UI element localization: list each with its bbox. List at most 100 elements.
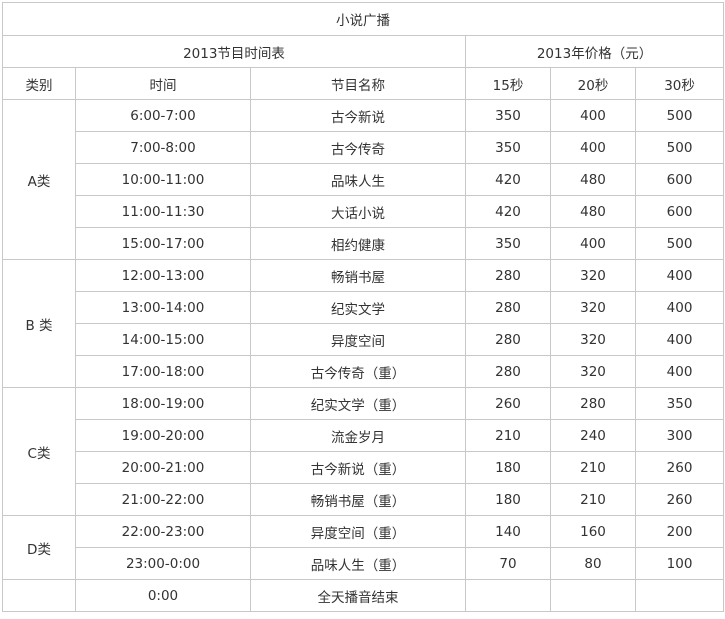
- price-30s-cell: 500: [634, 227, 725, 260]
- program-name-cell: 异度空间（重）: [250, 515, 466, 548]
- price-20s-cell: 400: [550, 227, 636, 260]
- table-row: 10:00-11:00 品味人生 420 480 600: [3, 163, 725, 196]
- program-name-cell: 全天播音结束: [250, 579, 466, 612]
- end-row: 0:00 全天播音结束: [2, 579, 725, 612]
- program-name-cell: 古今新说（重）: [250, 451, 466, 484]
- category-cell: [2, 579, 76, 612]
- price-15s-cell: 260: [465, 387, 551, 420]
- price-20s-cell: 320: [550, 355, 636, 388]
- program-name-cell: 异度空间: [250, 323, 466, 356]
- price-15s-cell: 280: [465, 291, 551, 324]
- table-row: 21:00-22:00 畅销书屋（重） 180 210 260: [3, 483, 725, 516]
- time-cell: 15:00-17:00: [75, 227, 251, 260]
- time-cell: 20:00-21:00: [75, 451, 251, 484]
- column-header-time: 时间: [75, 67, 251, 100]
- price-30s-cell: 600: [634, 195, 725, 228]
- price-20s-cell: [550, 579, 636, 612]
- table-row: C类 18:00-19:00 纪实文学（重） 260 280 350: [2, 387, 725, 516]
- program-name-cell: 古今新说: [250, 99, 466, 132]
- price-30s-cell: 400: [634, 355, 725, 388]
- price-15s-cell: 70: [465, 547, 551, 580]
- section-header-row: 2013节目时间表 2013年价格（元）: [2, 35, 725, 68]
- price-15s-cell: 350: [465, 227, 551, 260]
- price-20s-cell: 400: [550, 99, 636, 132]
- column-header-15s: 15秒: [465, 67, 551, 100]
- table-row: A类 6:00-7:00 古今新说 350 400 500: [2, 99, 725, 260]
- table-title: 小说广播: [1, 2, 725, 36]
- time-cell: 14:00-15:00: [75, 323, 251, 356]
- time-cell: 10:00-11:00: [75, 163, 251, 196]
- time-cell: 17:00-18:00: [75, 355, 251, 388]
- column-header-row: 类别 时间 节目名称 15秒 20秒 30秒: [2, 67, 725, 100]
- program-name-cell: 相约健康: [250, 227, 466, 260]
- table-row: 7:00-8:00 古今传奇 350 400 500: [3, 131, 725, 164]
- price-30s-cell: 260: [634, 483, 725, 516]
- price-20s-cell: 240: [550, 419, 636, 452]
- table-row: 13:00-14:00 纪实文学 280 320 400: [3, 291, 725, 324]
- schedule-header: 2013节目时间表: [2, 35, 466, 68]
- price-15s-cell: 420: [465, 163, 551, 196]
- price-20s-cell: 160: [550, 515, 636, 548]
- price-15s-cell: [465, 579, 551, 612]
- price-20s-cell: 320: [550, 259, 636, 292]
- table-row: 17:00-18:00 古今传奇（重） 280 320 400: [3, 355, 725, 388]
- price-15s-cell: 210: [465, 419, 551, 452]
- program-name-cell: 流金岁月: [250, 419, 466, 452]
- table-row: 11:00-11:30 大话小说 420 480 600: [3, 195, 725, 228]
- price-30s-cell: [634, 579, 725, 612]
- time-cell: 23:00-0:00: [75, 547, 251, 580]
- price-30s-cell: 400: [634, 291, 725, 324]
- program-name-cell: 纪实文学: [250, 291, 466, 324]
- price-30s-cell: 100: [634, 547, 725, 580]
- table-row: 15:00-17:00 相约健康 350 400 500: [3, 227, 725, 260]
- program-name-cell: 品味人生: [250, 163, 466, 196]
- time-cell: 6:00-7:00: [75, 99, 251, 132]
- price-30s-cell: 350: [634, 387, 725, 420]
- program-name-cell: 大话小说: [250, 195, 466, 228]
- price-15s-cell: 280: [465, 259, 551, 292]
- table-row: 14:00-15:00 异度空间 280 320 400: [3, 323, 725, 356]
- program-name-cell: 纪实文学（重）: [250, 387, 466, 420]
- time-cell: 12:00-13:00: [75, 259, 251, 292]
- price-30s-cell: 500: [634, 99, 725, 132]
- price-20s-cell: 320: [550, 323, 636, 356]
- price-15s-cell: 180: [465, 451, 551, 484]
- price-30s-cell: 400: [634, 259, 725, 292]
- category-cell: D类: [2, 515, 76, 580]
- time-cell: 21:00-22:00: [75, 483, 251, 516]
- title-row: 小说广播: [1, 2, 725, 36]
- price-30s-cell: 500: [634, 131, 725, 164]
- price-15s-cell: 280: [465, 355, 551, 388]
- program-name-cell: 畅销书屋（重）: [250, 483, 466, 516]
- price-15s-cell: 180: [465, 483, 551, 516]
- column-header-category: 类别: [2, 67, 76, 100]
- price-30s-cell: 600: [634, 163, 725, 196]
- table-row: D类 22:00-23:00 异度空间（重） 140 160 200: [2, 515, 725, 580]
- price-30s-cell: 260: [634, 451, 725, 484]
- time-cell: 0:00: [75, 579, 251, 612]
- category-cell: B 类: [2, 259, 76, 388]
- price-30s-cell: 300: [634, 419, 725, 452]
- column-header-20s: 20秒: [550, 67, 636, 100]
- time-cell: 13:00-14:00: [75, 291, 251, 324]
- program-name-cell: 古今传奇（重）: [250, 355, 466, 388]
- table-row: 23:00-0:00 品味人生（重） 70 80 100: [3, 547, 725, 580]
- price-15s-cell: 420: [465, 195, 551, 228]
- program-name-cell: 古今传奇: [250, 131, 466, 164]
- program-name-cell: 品味人生（重）: [250, 547, 466, 580]
- time-cell: 11:00-11:30: [75, 195, 251, 228]
- category-cell: A类: [2, 99, 76, 260]
- price-30s-cell: 400: [634, 323, 725, 356]
- time-cell: 19:00-20:00: [75, 419, 251, 452]
- price-15s-cell: 140: [465, 515, 551, 548]
- time-cell: 18:00-19:00: [75, 387, 251, 420]
- price-20s-cell: 280: [550, 387, 636, 420]
- price-header: 2013年价格（元）: [464, 35, 725, 68]
- price-20s-cell: 320: [550, 291, 636, 324]
- price-15s-cell: 350: [465, 99, 551, 132]
- price-20s-cell: 400: [550, 131, 636, 164]
- price-30s-cell: 200: [634, 515, 725, 548]
- price-20s-cell: 480: [550, 163, 636, 196]
- price-20s-cell: 210: [550, 483, 636, 516]
- column-header-30s: 30秒: [634, 67, 725, 100]
